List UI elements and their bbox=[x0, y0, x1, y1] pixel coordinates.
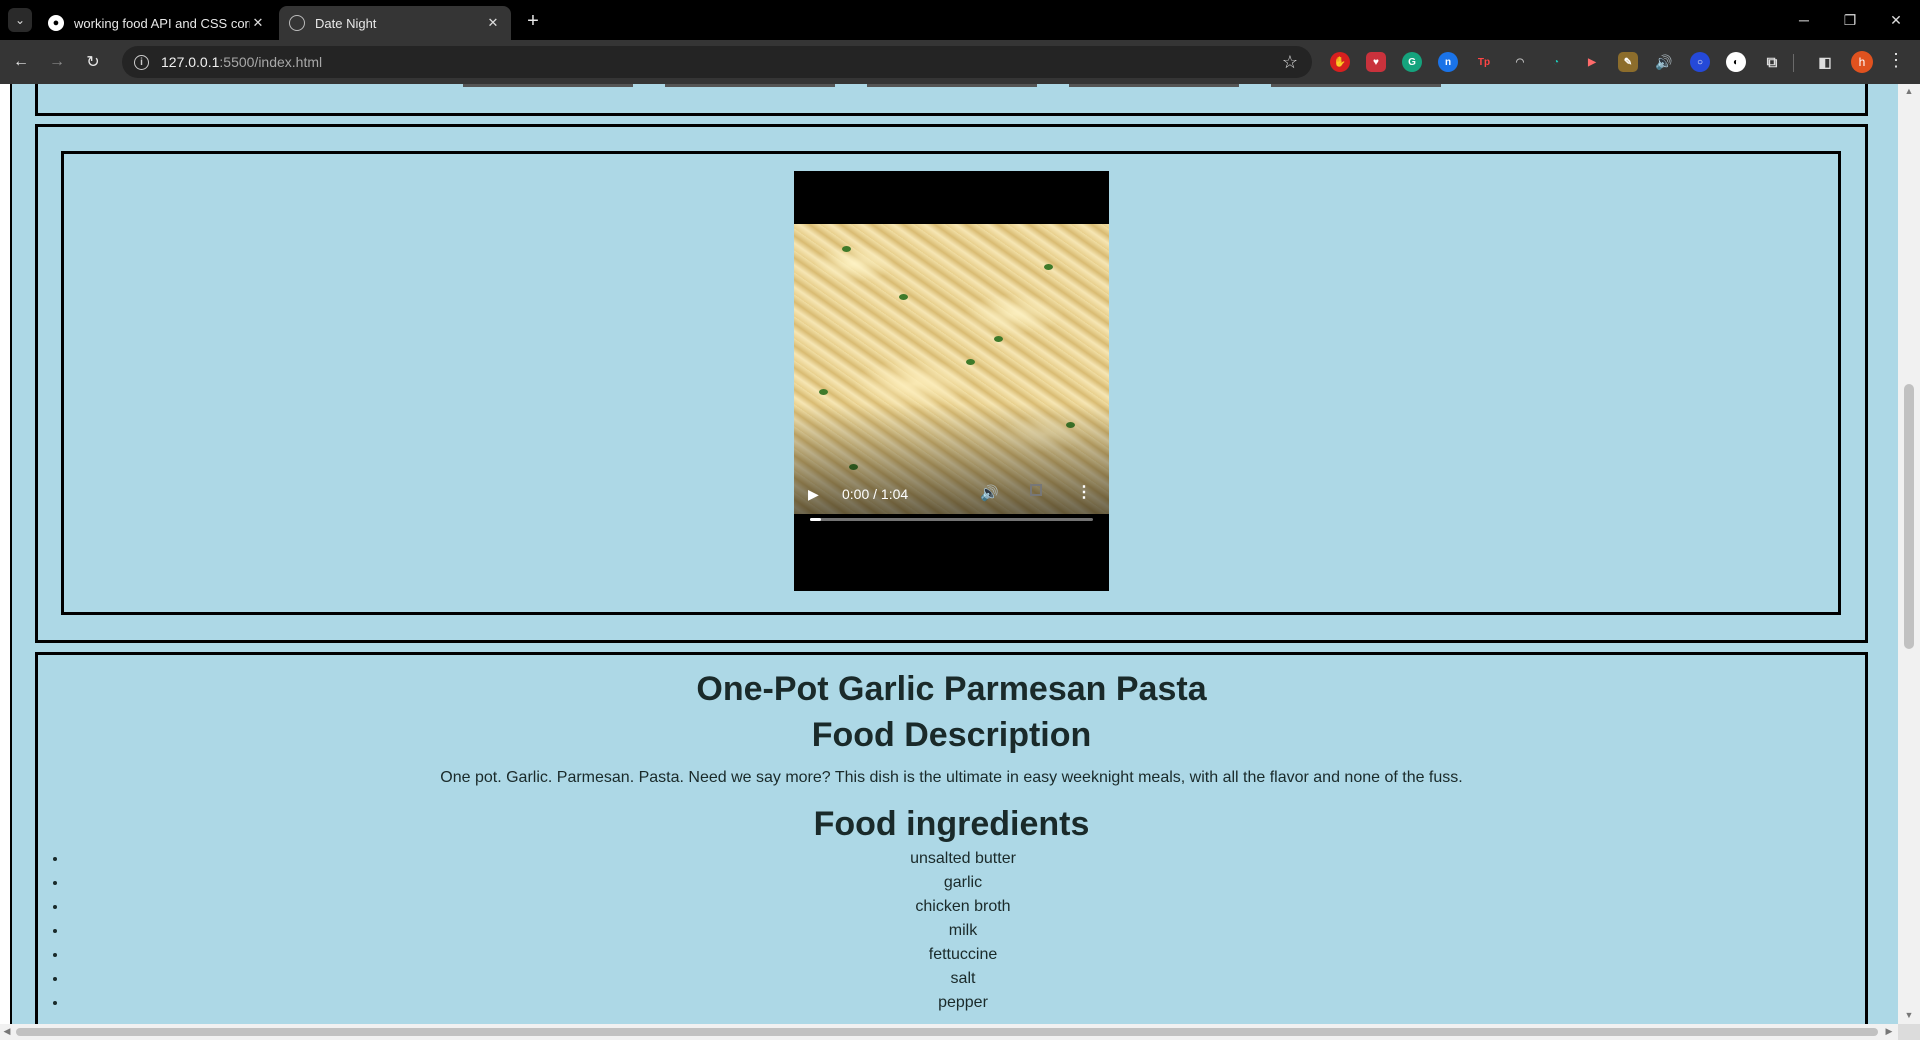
video-frame-pasta bbox=[794, 224, 1109, 514]
herb-garnish bbox=[842, 246, 851, 252]
recipe-description: One pot. Garlic. Parmesan. Pasta. Need w… bbox=[440, 769, 1463, 786]
reload-button[interactable]: ↻ bbox=[80, 49, 106, 75]
previous-button-edge[interactable] bbox=[463, 84, 633, 87]
ingredient-item: unsalted butter bbox=[68, 847, 1858, 871]
forward-button[interactable]: → bbox=[44, 49, 70, 75]
description-heading: Food Description bbox=[811, 716, 1092, 754]
herb-garnish bbox=[819, 389, 828, 395]
extension-tp-icon[interactable]: Tp bbox=[1474, 52, 1494, 72]
vertical-scroll-thumb[interactable] bbox=[1904, 384, 1914, 649]
browser-toolbar: ← → ↻ i 127.0.0.1:5500/index.html ☆ ✋ ♥ … bbox=[0, 40, 1920, 84]
ingredient-list: unsalted butter garlic chicken broth mil… bbox=[33, 847, 1858, 1015]
volume-extension-icon[interactable]: 🔊 bbox=[1654, 52, 1674, 72]
bookmark-star-icon[interactable]: ☆ bbox=[1282, 52, 1298, 73]
close-icon[interactable]: ✕ bbox=[485, 15, 501, 31]
tab-strip: ⌄ ● working food API and CSS corr ✕ Date… bbox=[0, 0, 1920, 40]
previous-section bbox=[35, 84, 1868, 116]
scroll-left-arrow-icon[interactable]: ◀ bbox=[0, 1026, 14, 1037]
ingredient-item: garlic bbox=[68, 871, 1858, 895]
previous-button-edge[interactable] bbox=[867, 84, 1037, 87]
browser-menu-icon[interactable]: ⋮ bbox=[1886, 50, 1906, 71]
extension-blue-icon[interactable]: n bbox=[1438, 52, 1458, 72]
horizontal-scroll-thumb[interactable] bbox=[16, 1028, 1878, 1036]
extension-arc-icon[interactable]: ◠ bbox=[1510, 52, 1530, 72]
play-icon[interactable]: ▶ bbox=[808, 486, 819, 503]
volume-icon[interactable]: 🔊 bbox=[980, 484, 999, 502]
previous-button-edge[interactable] bbox=[1069, 84, 1239, 87]
herb-garnish bbox=[1066, 422, 1075, 428]
ingredient-item: salt bbox=[68, 967, 1858, 991]
address-bar[interactable]: i 127.0.0.1:5500/index.html ☆ bbox=[122, 46, 1312, 78]
grammarly-icon[interactable]: G bbox=[1402, 52, 1422, 72]
scroll-down-arrow-icon[interactable]: ▼ bbox=[1898, 1010, 1920, 1020]
vertical-scrollbar[interactable]: ▲ ▼ bbox=[1898, 84, 1920, 1024]
tab-search-button[interactable]: ⌄ bbox=[8, 8, 32, 32]
minimize-button[interactable]: ─ bbox=[1782, 8, 1826, 32]
extension-white-icon[interactable]: ◐ bbox=[1726, 52, 1746, 72]
toolbar-divider bbox=[1793, 54, 1794, 72]
recipe-title: One-Pot Garlic Parmesan Pasta bbox=[696, 670, 1207, 708]
scroll-up-arrow-icon[interactable]: ▲ bbox=[1898, 86, 1920, 96]
window-close-button[interactable]: ✕ bbox=[1874, 8, 1918, 32]
url-host: 127.0.0.1 bbox=[161, 54, 220, 70]
herb-garnish bbox=[966, 359, 975, 365]
extension-teal-icon[interactable]: ◔ bbox=[1546, 52, 1566, 72]
ingredients-heading: Food ingredients bbox=[813, 805, 1090, 843]
more-options-icon[interactable]: ⋮ bbox=[1076, 482, 1092, 502]
video-progress-bar[interactable] bbox=[810, 518, 1093, 521]
new-tab-button[interactable]: + bbox=[521, 9, 545, 33]
pocket-icon[interactable]: ♥ bbox=[1366, 52, 1386, 72]
herb-garnish bbox=[849, 464, 858, 470]
extension-circle-icon[interactable]: ○ bbox=[1690, 52, 1710, 72]
tab-title: Date Night bbox=[315, 15, 377, 31]
herb-garnish bbox=[1044, 264, 1053, 270]
herb-garnish bbox=[899, 294, 908, 300]
scroll-right-arrow-icon[interactable]: ▶ bbox=[1882, 1026, 1896, 1037]
previous-button-edge[interactable] bbox=[665, 84, 835, 87]
url-path: :5500/index.html bbox=[219, 54, 323, 70]
back-button[interactable]: ← bbox=[8, 49, 34, 75]
video-time: 0:00 / 1:04 bbox=[842, 486, 909, 502]
ingredient-item: pepper bbox=[68, 991, 1858, 1015]
side-panel-icon[interactable]: ◧ bbox=[1815, 52, 1835, 72]
scrollbar-corner bbox=[1898, 1024, 1920, 1040]
previous-button-edge[interactable] bbox=[1271, 84, 1441, 87]
extension-video-icon[interactable]: ▶ bbox=[1582, 52, 1602, 72]
globe-icon bbox=[289, 15, 305, 31]
tab-date-night[interactable]: Date Night ✕ bbox=[279, 6, 511, 40]
profile-avatar[interactable]: h bbox=[1851, 51, 1873, 73]
page-viewport: ▶ 0:00 / 1:04 🔊 ⋮ One-Pot Garlic Parmesa… bbox=[0, 84, 1898, 1024]
ingredient-item: chicken broth bbox=[68, 895, 1858, 919]
extensions-puzzle-icon[interactable]: ⧉ bbox=[1762, 52, 1782, 72]
extension-red-icon[interactable]: ✋ bbox=[1330, 52, 1350, 72]
video-progress-fill bbox=[810, 518, 822, 521]
ingredient-item: milk bbox=[68, 919, 1858, 943]
restore-button[interactable]: ❐ bbox=[1828, 8, 1872, 32]
close-icon[interactable]: ✕ bbox=[250, 15, 266, 31]
ingredient-item: fettuccine bbox=[68, 943, 1858, 967]
horizontal-scrollbar[interactable]: ◀ ▶ bbox=[0, 1024, 1898, 1040]
tab-github[interactable]: ● working food API and CSS corr ✕ bbox=[38, 6, 276, 40]
herb-garnish bbox=[994, 336, 1003, 342]
site-info-icon[interactable]: i bbox=[134, 54, 149, 70]
fullscreen-icon[interactable] bbox=[1030, 484, 1042, 496]
recipe-video-player[interactable]: ▶ 0:00 / 1:04 🔊 ⋮ bbox=[794, 171, 1109, 591]
tab-title: working food API and CSS corr bbox=[74, 15, 250, 31]
github-icon: ● bbox=[48, 15, 64, 31]
extension-edit-icon[interactable]: ✎ bbox=[1618, 52, 1638, 72]
